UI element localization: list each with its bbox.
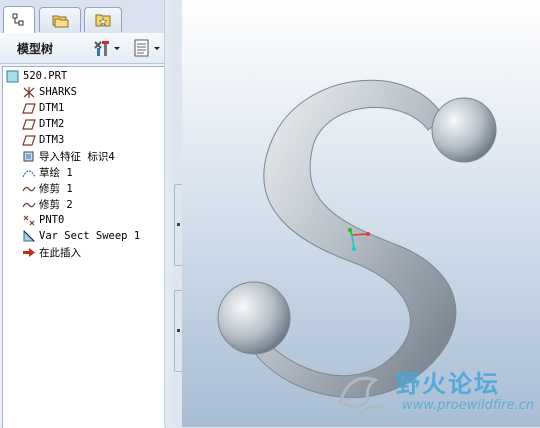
sketch-icon	[21, 165, 37, 179]
settings-menu-button[interactable]	[92, 39, 122, 57]
tree-item-part[interactable]: 520.PRT	[5, 68, 67, 84]
tree-item-sketch[interactable]: 草绘 1	[21, 164, 73, 180]
model-tree-header: 模型树	[0, 33, 172, 64]
tree-item-label: 草绘 1	[39, 166, 73, 179]
tree-item-trim2[interactable]: 修剪 2	[21, 196, 73, 212]
folder-browser-icon	[52, 15, 69, 28]
model-tree-icon	[12, 13, 24, 26]
tools-icon	[94, 41, 120, 56]
tab-favorites[interactable]	[84, 7, 122, 32]
tree-item-label: DTM3	[39, 134, 65, 146]
show-menu-button[interactable]	[133, 39, 163, 57]
tree-item-insert-here[interactable]: 在此插入	[21, 244, 81, 260]
datum-plane-icon	[21, 133, 37, 147]
tab-folder-browser[interactable]	[39, 7, 81, 32]
tree-item-csys[interactable]: SHARKS	[21, 84, 77, 100]
sweep-icon	[21, 229, 37, 243]
tree-item-label: SHARKS	[39, 86, 77, 98]
tree-item-sweep[interactable]: Var Sect Sweep 1	[21, 228, 140, 244]
curve-icon	[21, 197, 37, 211]
model-tree-panel: 模型树 520.PRT SHARKS DTM1 DTM2 DTM3 导入特征 标…	[0, 0, 172, 428]
tree-item-label: 520.PRT	[23, 70, 68, 82]
tree-item-label: Var Sect Sweep 1	[39, 230, 141, 242]
tree-item-label: PNT0	[39, 214, 65, 226]
csys-icon	[21, 85, 37, 99]
tree-item-trim1[interactable]: 修剪 1	[21, 180, 73, 196]
tree-item-label: DTM2	[39, 118, 65, 130]
datum-plane-icon	[21, 117, 37, 131]
tree-item-label: 修剪 1	[39, 182, 73, 195]
model-tree: 520.PRT SHARKS DTM1 DTM2 DTM3 导入特征 标识4 草…	[2, 66, 166, 428]
tree-item-label: DTM1	[39, 102, 65, 114]
tree-item-pnt0[interactable]: PNT0	[21, 212, 64, 228]
curve-icon	[21, 181, 37, 195]
datum-point-icon	[21, 213, 37, 227]
tree-item-label: 修剪 2	[39, 198, 73, 211]
favorites-folder-icon	[95, 14, 111, 27]
watermark-title: 野火论坛	[396, 370, 500, 398]
tree-item-dtm3[interactable]: DTM3	[21, 132, 64, 148]
list-icon	[134, 39, 160, 57]
tree-item-dtm1[interactable]: DTM1	[21, 100, 64, 116]
datum-plane-icon	[21, 101, 37, 115]
tree-item-label: 在此插入	[39, 246, 81, 259]
tree-item-import-feature[interactable]: 导入特征 标识4	[21, 148, 115, 164]
panel-splitter[interactable]	[164, 0, 173, 427]
tab-model-tree[interactable]	[3, 6, 35, 33]
part-icon	[5, 69, 21, 83]
panel-title: 模型树	[17, 42, 54, 56]
watermark-url: www.proewildfire.cn	[402, 398, 535, 413]
tree-item-label: 导入特征 标识4	[39, 150, 115, 163]
tree-item-dtm2[interactable]: DTM2	[21, 116, 64, 132]
insert-arrow-icon	[21, 245, 37, 259]
navigator-tabs	[0, 0, 172, 33]
import-feature-icon	[21, 149, 37, 163]
